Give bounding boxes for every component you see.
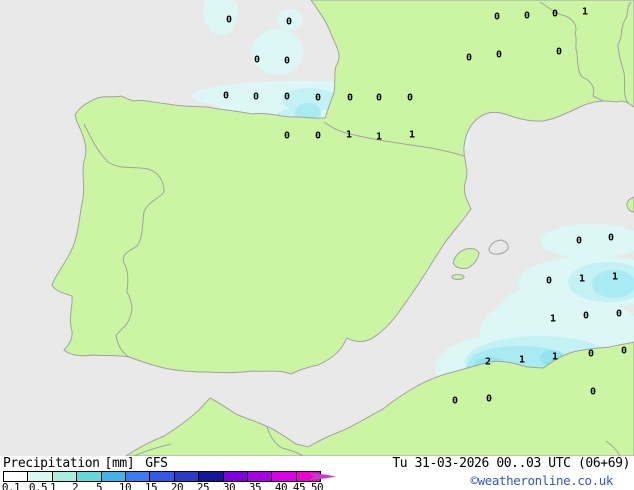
colorbar-tick-label: 30 [222,481,236,490]
precip-value-label: 0 [284,92,290,103]
colorbar-tick-label: 20 [170,481,184,490]
precip-value-label: 1 [409,130,415,141]
precip-value-label: 0 [286,17,292,28]
forecast-timestamp: Tu 31-03-2026 00..03 UTC (06+69) [392,456,630,471]
precipitation-map: 0 0 0 0 0 1 0 0 0 0 0 0 0 0 0 0 0 0 0 0 1 1 1 0 0 0 1 1 1 0 0 2 1 1 0 0 0 0 0 [0,0,634,456]
precip-value-label: 0 [524,11,530,22]
copyright-watermark: ©weatheronline.co.uk [470,473,613,488]
colorbar-tick-label: 40 [274,481,288,490]
precip-value-label: 1 [612,272,618,283]
precip-value-label: 0 [494,12,500,23]
colorbar-tick-label: 35 [248,481,262,490]
precip-value-label: 0 [315,131,321,142]
precip-value-label: 0 [347,93,353,104]
precip-value-label: 0 [254,55,260,66]
precip-value-label: 0 [284,131,290,142]
precip-value-label: 0 [452,396,458,407]
precip-value-label: 1 [376,132,382,143]
weather-map-screenshot: 000001000000000000001110001110021100000 … [0,0,634,490]
precip-value-label: 0 [583,311,589,322]
precip-value-label: 1 [346,130,352,141]
colorbar-tick-label: 2 [71,481,79,490]
precip-value-label: 0 [621,346,627,357]
precip-value-label: 0 [226,15,232,26]
precip-value-label: 0 [376,93,382,104]
colorbar-tick-label: 25 [196,481,210,490]
legend-bar: Precipitation [mm] GFS Tu 31-03-2026 00..0… [0,456,634,490]
precip-value-label: 0 [588,349,594,360]
legend-model-label: GFS [145,456,168,471]
precip-value-label: 0 [496,50,502,61]
precip-value-label: 0 [556,47,562,58]
precip-value-label: 0 [576,236,582,247]
precip-value-label: 0 [552,9,558,20]
colorbar-tick-label: 45 [292,481,306,490]
precip-value-label: 0 [466,53,472,64]
colorbar-tick-label: 5 [95,481,103,490]
map-area: 0 0 0 0 0 1 0 0 0 0 0 0 0 0 0 0 0 0 0 0 1 1 1 0 0 0 1 1 1 0 0 2 1 1 0 0 0 0 0 [0,0,634,456]
precip-value-label: 1 [582,7,588,18]
precip-value-label: 0 [223,91,229,102]
colorbar-tick-label: 50 [310,481,324,490]
precip-value-label: 1 [519,355,525,366]
precip-value-label: 0 [407,93,413,104]
precip-value-label: 0 [608,233,614,244]
colorbar-tick-label: 15 [144,481,158,490]
legend-parameter-label: Precipitation [3,456,100,471]
legend-unit-label: [mm] [104,456,135,471]
precip-value-label: 1 [550,314,556,325]
colorbar-tick-label: 1 [49,481,57,490]
precip-value-label: 0 [486,394,492,405]
precip-value-label: 1 [552,352,558,363]
precip-value-label: 0 [546,276,552,287]
precip-value-label: 1 [579,274,585,285]
precip-value-label: 2 [485,357,491,368]
colorbar-tick-label: 10 [118,481,132,490]
colorbar-tick-label: 0.1 [1,481,21,490]
precip-value-label: 0 [284,56,290,67]
precip-value-label: 0 [253,92,259,103]
colorbar-tick-label: 0.5 [28,481,48,490]
precip-value-label: 0 [315,93,321,104]
precip-value-label: 0 [616,309,622,320]
legend-title: Precipitation [mm] GFS [3,456,168,471]
precip-value-label: 0 [590,387,596,398]
